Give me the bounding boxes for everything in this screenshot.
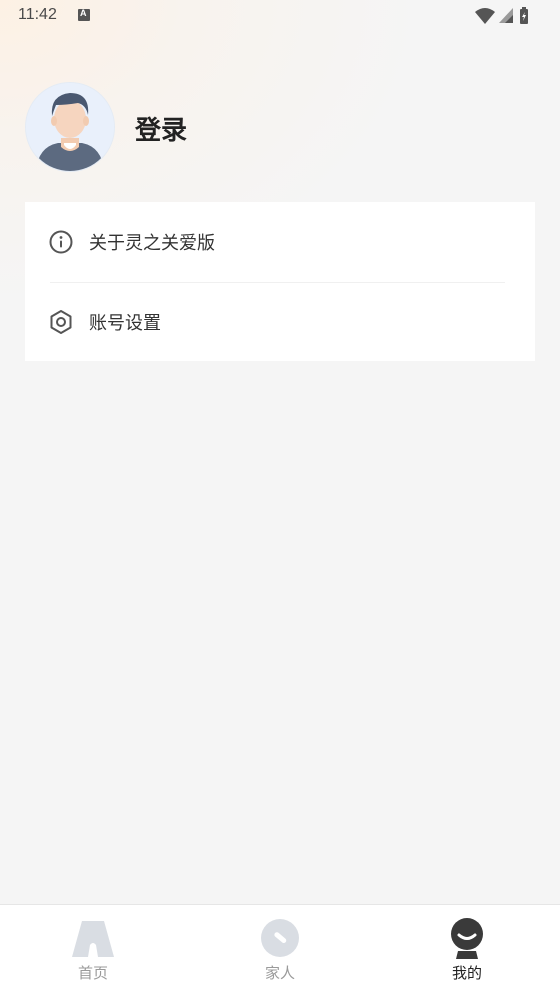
status-time: 11:42 (18, 6, 57, 23)
tab-home[interactable]: 首页 (0, 905, 186, 998)
profile-icon (451, 918, 483, 959)
avatar-illustration (26, 83, 114, 171)
menu-item-about[interactable]: 关于灵之关爱版 (25, 202, 535, 281)
status-icons (474, 6, 544, 26)
tab-profile[interactable]: 我的 (374, 905, 560, 998)
hexagon-settings-icon (50, 309, 72, 334)
tab-profile-label: 我的 (451, 964, 482, 982)
bottom-tab-bar: 首页 家人 我的 (0, 904, 560, 998)
tab-family[interactable]: 家人 (187, 905, 373, 998)
menu-card: 关于灵之关爱版 账号设置 (25, 202, 535, 361)
a-notification-icon (78, 8, 90, 21)
menu-item-about-label: 关于灵之关爱版 (89, 232, 215, 254)
info-icon (49, 230, 73, 253)
wifi-icon (475, 8, 495, 24)
tab-home-label: 首页 (77, 964, 108, 982)
tab-family-label: 家人 (264, 964, 295, 982)
menu-item-account-settings[interactable]: 账号设置 (25, 282, 535, 361)
user-avatar[interactable] (25, 82, 115, 172)
family-icon (261, 919, 299, 957)
battery-charging-icon (520, 7, 528, 24)
signal-icon (499, 8, 513, 23)
menu-item-account-settings-label: 账号设置 (89, 312, 161, 334)
status-bar: 11:42 (0, 0, 560, 32)
home-icon (72, 921, 114, 957)
login-label[interactable]: 登录 (135, 110, 187, 147)
